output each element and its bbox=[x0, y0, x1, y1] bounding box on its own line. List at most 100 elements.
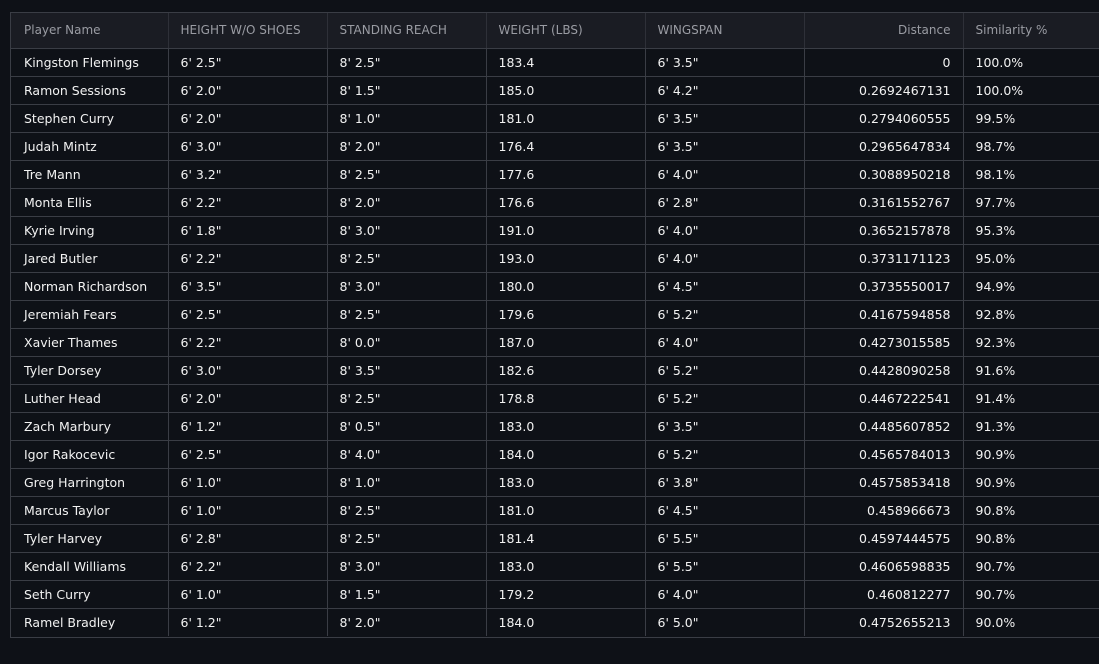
height-cell: 6' 1.2" bbox=[168, 412, 328, 441]
standing-reach-cell: 8' 2.0" bbox=[327, 188, 487, 217]
table-row[interactable]: Jared Butler 6' 2.2" 8' 2.5" 193.0 6' 4.0" 0.… bbox=[11, 244, 1099, 273]
weight-cell: 183.4 bbox=[486, 48, 646, 77]
similarity-cell: 100.0% bbox=[963, 48, 1099, 77]
wingspan-cell: 6' 4.5" bbox=[645, 272, 805, 301]
weight-cell: 181.0 bbox=[486, 496, 646, 525]
wingspan-cell: 6' 4.0" bbox=[645, 244, 805, 273]
wingspan-cell: 6' 4.5" bbox=[645, 496, 805, 525]
table-row[interactable]: Greg Harrington 6' 1.0" 8' 1.0" 183.0 6' 3.8… bbox=[11, 468, 1099, 497]
wingspan-cell: 6' 4.0" bbox=[645, 580, 805, 609]
table-row[interactable]: Ramon Sessions 6' 2.0" 8' 1.5" 185.0 6' 4.2"… bbox=[11, 76, 1099, 105]
wingspan-cell: 6' 5.2" bbox=[645, 300, 805, 329]
similarity-cell: 98.1% bbox=[963, 160, 1099, 189]
weight-cell: 187.0 bbox=[486, 328, 646, 357]
table-row[interactable]: Tyler Dorsey 6' 3.0" 8' 3.5" 182.6 6' 5.2" 0.… bbox=[11, 356, 1099, 385]
wingspan-cell: 6' 5.2" bbox=[645, 384, 805, 413]
column-header-similarity[interactable]: Similarity % bbox=[963, 13, 1099, 49]
weight-cell: 178.8 bbox=[486, 384, 646, 413]
distance-cell: 0.3088950218 bbox=[804, 160, 964, 189]
player-name-cell: Jeremiah Fears bbox=[11, 300, 169, 329]
table-row[interactable]: Igor Rakocevic 6' 2.5" 8' 4.0" 184.0 6' 5.2"… bbox=[11, 440, 1099, 469]
similarity-cell: 94.9% bbox=[963, 272, 1099, 301]
height-cell: 6' 2.2" bbox=[168, 328, 328, 357]
standing-reach-cell: 8' 2.5" bbox=[327, 48, 487, 77]
similarity-cell: 90.7% bbox=[963, 580, 1099, 609]
similarity-cell: 95.3% bbox=[963, 216, 1099, 245]
player-name-cell: Xavier Thames bbox=[11, 328, 169, 357]
column-header-distance[interactable]: Distance bbox=[804, 13, 964, 49]
weight-cell: 179.6 bbox=[486, 300, 646, 329]
wingspan-cell: 6' 3.5" bbox=[645, 412, 805, 441]
similarity-table-container: Player Name HEIGHT W/O SHOES STANDING RE… bbox=[10, 12, 1099, 638]
similarity-cell: 97.7% bbox=[963, 188, 1099, 217]
standing-reach-cell: 8' 3.0" bbox=[327, 552, 487, 581]
table-row[interactable]: Stephen Curry 6' 2.0" 8' 1.0" 181.0 6' 3.5" 0… bbox=[11, 104, 1099, 133]
similarity-cell: 91.6% bbox=[963, 356, 1099, 385]
wingspan-cell: 6' 5.5" bbox=[645, 552, 805, 581]
height-cell: 6' 2.0" bbox=[168, 76, 328, 105]
table-row[interactable]: Norman Richardson 6' 3.5" 8' 3.0" 180.0 6' 4… bbox=[11, 272, 1099, 301]
weight-cell: 176.4 bbox=[486, 132, 646, 161]
wingspan-cell: 6' 2.8" bbox=[645, 188, 805, 217]
height-cell: 6' 3.2" bbox=[168, 160, 328, 189]
standing-reach-cell: 8' 1.5" bbox=[327, 580, 487, 609]
player-name-cell: Igor Rakocevic bbox=[11, 440, 169, 469]
table-row[interactable]: Marcus Taylor 6' 1.0" 8' 2.5" 181.0 6' 4.5" 0… bbox=[11, 496, 1099, 525]
height-cell: 6' 2.5" bbox=[168, 48, 328, 77]
column-header-wingspan[interactable]: WINGSPAN bbox=[645, 13, 805, 49]
weight-cell: 180.0 bbox=[486, 272, 646, 301]
wingspan-cell: 6' 3.5" bbox=[645, 48, 805, 77]
similarity-cell: 90.8% bbox=[963, 496, 1099, 525]
standing-reach-cell: 8' 2.5" bbox=[327, 160, 487, 189]
player-name-cell: Ramon Sessions bbox=[11, 76, 169, 105]
distance-cell: 0.4752655213 bbox=[804, 608, 964, 636]
similarity-cell: 90.7% bbox=[963, 552, 1099, 581]
player-name-cell: Tyler Dorsey bbox=[11, 356, 169, 385]
table-row[interactable]: Luther Head 6' 2.0" 8' 2.5" 178.8 6' 5.2" 0.4… bbox=[11, 384, 1099, 413]
table-row[interactable]: Xavier Thames 6' 2.2" 8' 0.0" 187.0 6' 4.0" 0… bbox=[11, 328, 1099, 357]
wingspan-cell: 6' 5.2" bbox=[645, 356, 805, 385]
table-row[interactable]: Tyler Harvey 6' 2.8" 8' 2.5" 181.4 6' 5.5" 0.… bbox=[11, 524, 1099, 553]
height-cell: 6' 1.0" bbox=[168, 580, 328, 609]
wingspan-cell: 6' 3.8" bbox=[645, 468, 805, 497]
table-row[interactable]: Kyrie Irving 6' 1.8" 8' 3.0" 191.0 6' 4.0" 0.… bbox=[11, 216, 1099, 245]
weight-cell: 182.6 bbox=[486, 356, 646, 385]
table-row[interactable]: Kingston Flemings 6' 2.5" 8' 2.5" 183.4 6' 3… bbox=[11, 48, 1099, 77]
similarity-cell: 90.9% bbox=[963, 440, 1099, 469]
weight-cell: 181.0 bbox=[486, 104, 646, 133]
weight-cell: 179.2 bbox=[486, 580, 646, 609]
weight-cell: 184.0 bbox=[486, 440, 646, 469]
table-row[interactable]: Kendall Williams 6' 2.2" 8' 3.0" 183.0 6' 5.… bbox=[11, 552, 1099, 581]
column-header-player-name[interactable]: Player Name bbox=[11, 13, 169, 49]
distance-cell: 0.4485607852 bbox=[804, 412, 964, 441]
similarity-cell: 91.4% bbox=[963, 384, 1099, 413]
weight-cell: 177.6 bbox=[486, 160, 646, 189]
table-row[interactable]: Monta Ellis 6' 2.2" 8' 2.0" 176.6 6' 2.8" 0.3… bbox=[11, 188, 1099, 217]
column-header-standing-reach[interactable]: STANDING REACH bbox=[327, 13, 487, 49]
distance-cell: 0.3731171123 bbox=[804, 244, 964, 273]
standing-reach-cell: 8' 2.5" bbox=[327, 384, 487, 413]
height-cell: 6' 3.5" bbox=[168, 272, 328, 301]
table-row[interactable]: Zach Marbury 6' 1.2" 8' 0.5" 183.0 6' 3.5" 0.… bbox=[11, 412, 1099, 441]
table-row[interactable]: Seth Curry 6' 1.0" 8' 1.5" 179.2 6' 4.0" 0.46… bbox=[11, 580, 1099, 609]
wingspan-cell: 6' 5.0" bbox=[645, 608, 805, 636]
distance-cell: 0.3652157878 bbox=[804, 216, 964, 245]
column-header-weight[interactable]: WEIGHT (LBS) bbox=[486, 13, 646, 49]
table-row[interactable]: Ramel Bradley 6' 1.2" 8' 2.0" 184.0 6' 5.0" 0… bbox=[11, 608, 1099, 636]
similarity-cell: 92.8% bbox=[963, 300, 1099, 329]
weight-cell: 184.0 bbox=[486, 608, 646, 636]
table-row[interactable]: Judah Mintz 6' 3.0" 8' 2.0" 176.4 6' 3.5" 0.2… bbox=[11, 132, 1099, 161]
distance-cell: 0.460812277 bbox=[804, 580, 964, 609]
table-row[interactable]: Tre Mann 6' 3.2" 8' 2.5" 177.6 6' 4.0" 0.3088… bbox=[11, 160, 1099, 189]
distance-cell: 0.4597444575 bbox=[804, 524, 964, 553]
standing-reach-cell: 8' 1.0" bbox=[327, 104, 487, 133]
standing-reach-cell: 8' 2.5" bbox=[327, 524, 487, 553]
similarity-cell: 92.3% bbox=[963, 328, 1099, 357]
similarity-cell: 90.9% bbox=[963, 468, 1099, 497]
table-header-row: Player Name HEIGHT W/O SHOES STANDING RE… bbox=[11, 13, 1099, 49]
wingspan-cell: 6' 4.2" bbox=[645, 76, 805, 105]
column-header-height[interactable]: HEIGHT W/O SHOES bbox=[168, 13, 328, 49]
distance-cell: 0.4467222541 bbox=[804, 384, 964, 413]
table-row[interactable]: Jeremiah Fears 6' 2.5" 8' 2.5" 179.6 6' 5.2"… bbox=[11, 300, 1099, 329]
distance-cell: 0.4428090258 bbox=[804, 356, 964, 385]
